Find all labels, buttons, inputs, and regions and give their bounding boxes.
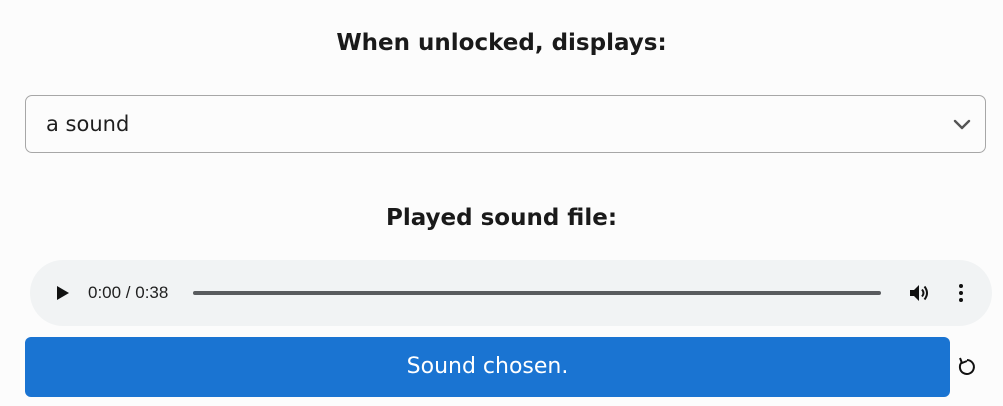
audio-time: 0:00 / 0:38	[88, 283, 169, 302]
reset-icon[interactable]	[956, 356, 978, 378]
audio-progress-bar[interactable]	[193, 291, 881, 295]
audio-player: 0:00 / 0:38	[30, 260, 992, 326]
display-type-select[interactable]: a sound	[25, 95, 986, 153]
play-icon[interactable]	[52, 283, 72, 303]
display-type-selected-value: a sound	[46, 112, 130, 136]
unlock-heading: When unlocked, displays:	[336, 30, 667, 56]
sound-chosen-button[interactable]: Sound chosen.	[25, 337, 950, 397]
sound-heading: Played sound file:	[385, 205, 618, 231]
more-options-icon[interactable]	[949, 281, 973, 305]
chevron-down-icon	[953, 119, 971, 130]
volume-icon[interactable]	[907, 281, 931, 305]
